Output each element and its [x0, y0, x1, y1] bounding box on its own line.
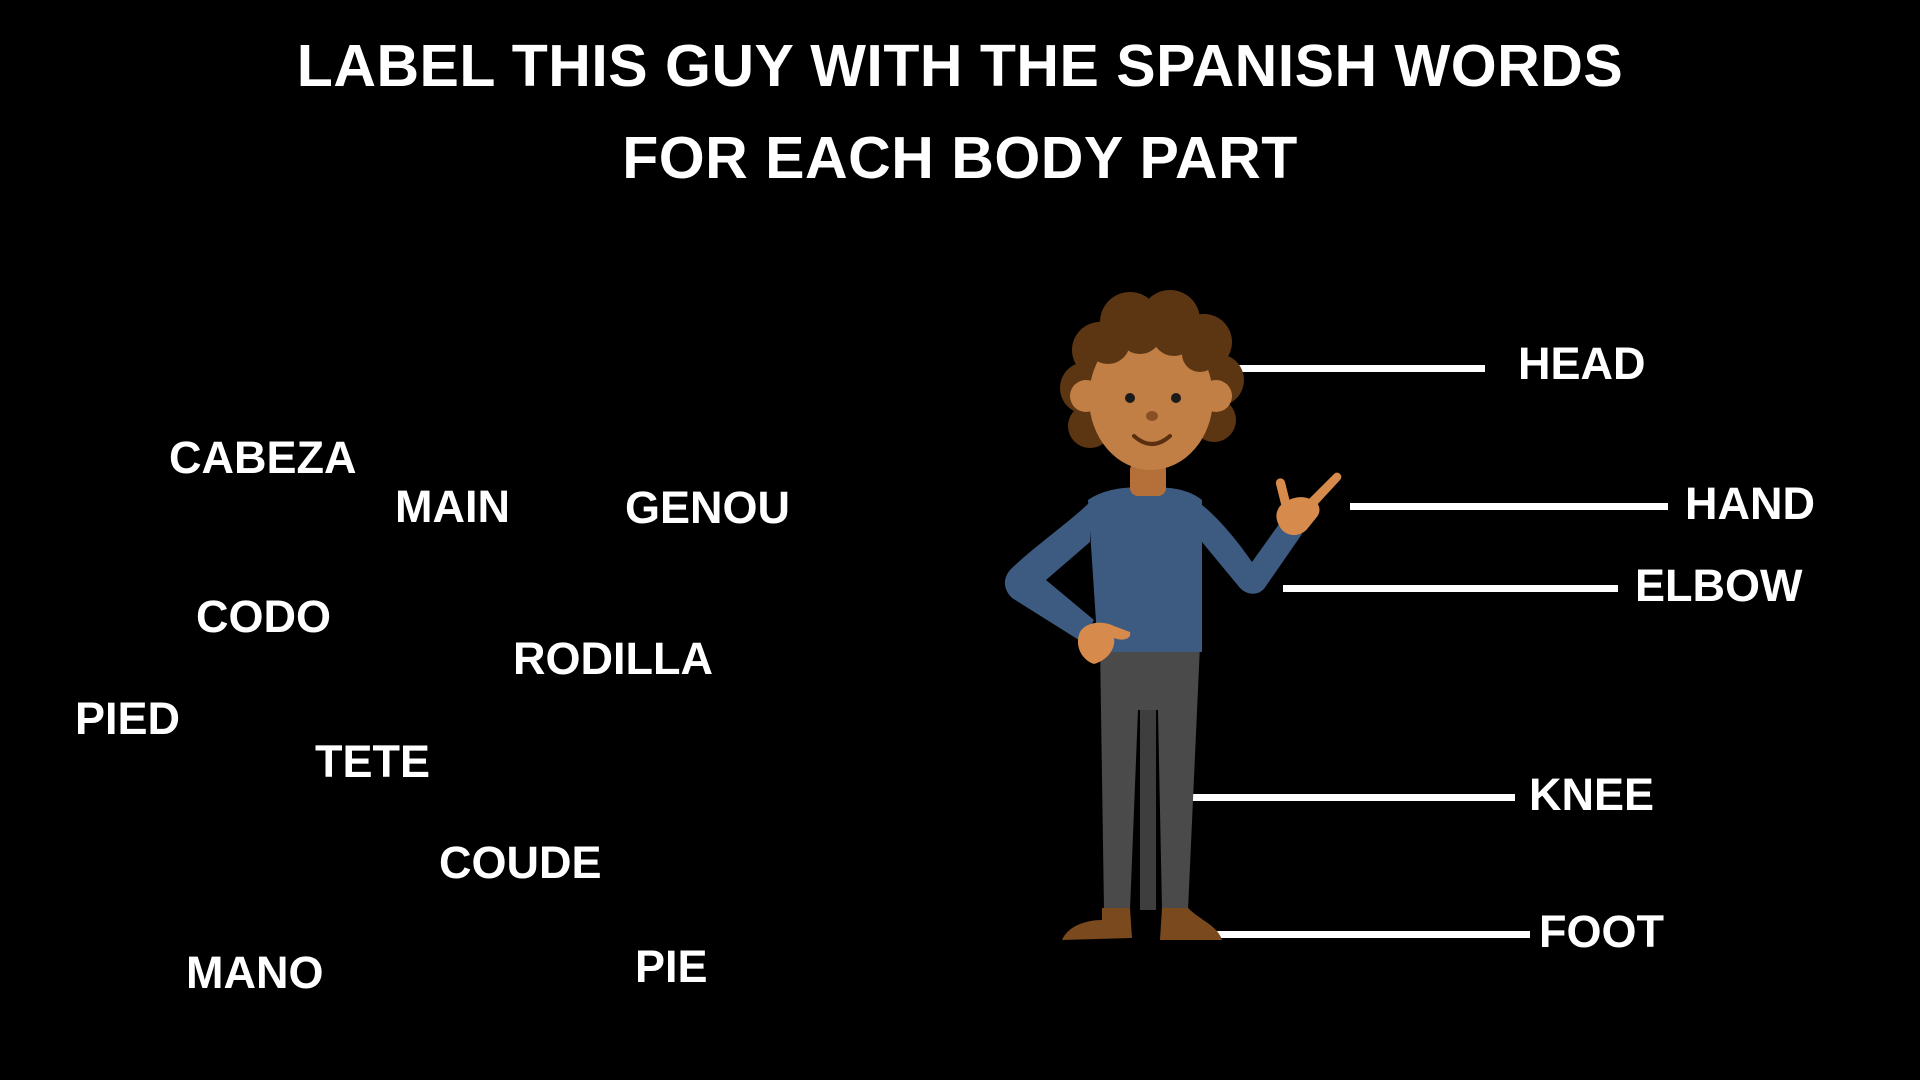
left-shoe [1062, 908, 1132, 940]
label-elbow: ELBOW [1635, 560, 1803, 611]
hand-leader-line [1350, 503, 1668, 510]
label-head: HEAD [1518, 338, 1646, 389]
left-arm [1004, 502, 1094, 642]
word-rodilla[interactable]: RODILLA [513, 633, 713, 685]
label-foot: FOOT [1539, 906, 1664, 957]
label-knee: KNEE [1529, 769, 1655, 820]
word-pied[interactable]: PIED [75, 693, 180, 745]
pointing-finger [1308, 472, 1342, 506]
word-coude[interactable]: COUDE [439, 837, 602, 889]
left-eye [1125, 393, 1135, 403]
title-line-1: LABEL THIS GUY WITH THE SPANISH WORDS [296, 33, 1624, 99]
right-eye [1171, 393, 1181, 403]
word-pie[interactable]: PIE [635, 941, 708, 993]
word-genou[interactable]: GENOU [625, 482, 790, 534]
pants [1100, 645, 1200, 910]
word-main[interactable]: MAIN [395, 481, 510, 533]
cartoon-boy-figure [1004, 290, 1342, 940]
word-cabeza[interactable]: CABEZA [169, 432, 357, 484]
right-shoe [1160, 908, 1222, 940]
word-codo[interactable]: CODO [196, 591, 331, 643]
nose [1146, 411, 1158, 421]
title-line-2: FOR EACH BODY PART [622, 125, 1298, 191]
label-hand: HAND [1685, 478, 1815, 529]
word-mano[interactable]: MANO [186, 947, 323, 999]
word-tete[interactable]: TETE [315, 736, 430, 788]
thumb [1275, 478, 1290, 508]
